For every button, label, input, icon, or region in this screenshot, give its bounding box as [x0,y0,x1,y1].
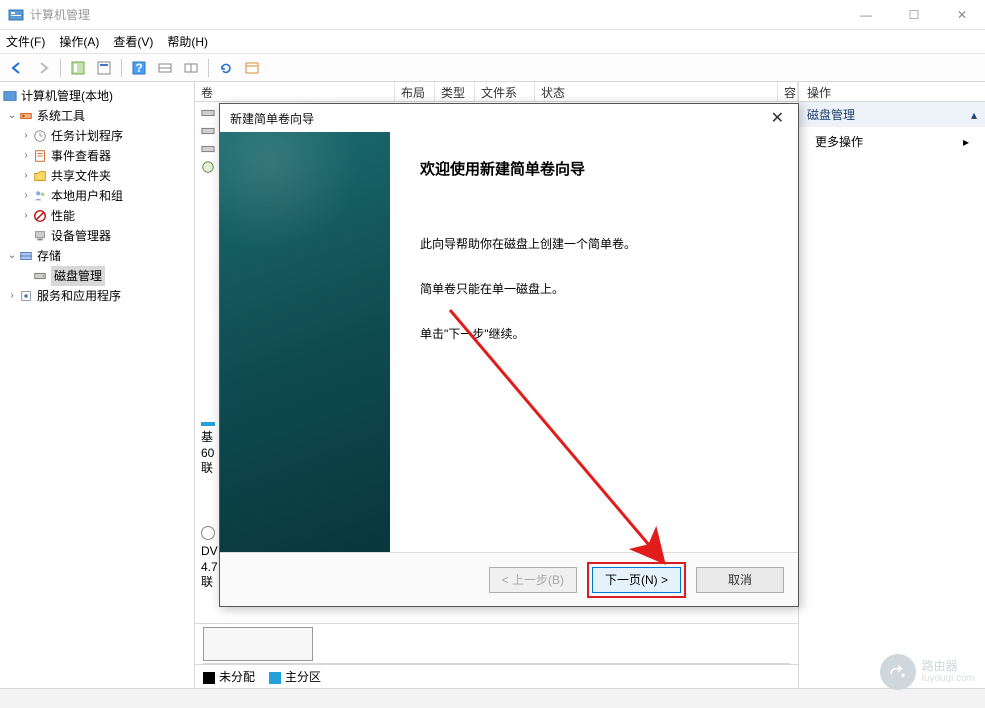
expand-icon[interactable]: › [20,186,32,206]
legend-label-unallocated: 未分配 [219,670,255,684]
status-bar [0,688,985,708]
col-type[interactable]: 类型 [435,82,475,101]
forward-button[interactable] [32,57,54,79]
expand-icon[interactable]: › [20,166,32,186]
more-actions-item[interactable]: 更多操作 ▸ [799,127,985,156]
new-simple-volume-wizard: 新建简单卷向导 ✕ 欢迎使用新建简单卷向导 此向导帮助你在磁盘上创建一个简单卷。… [219,103,799,607]
col-layout[interactable]: 布局 [395,82,435,101]
toolbar-icon-1[interactable] [154,57,176,79]
tree-device-manager[interactable]: 设备管理器 [2,226,192,246]
wizard-text-2: 简单卷只能在单一磁盘上。 [420,280,770,299]
tree-event-viewer[interactable]: ›事件查看器 [2,146,192,166]
disk-info-peek-2: DV 4.7 联 [201,526,218,591]
maximize-button[interactable]: ☐ [899,5,929,25]
toolbar-separator [208,59,209,77]
app-icon [8,7,24,23]
wizard-sidebar-graphic [220,132,390,552]
wizard-close-button[interactable]: ✕ [767,108,788,128]
wizard-heading: 欢迎使用新建简单卷向导 [420,158,770,179]
tree-shared-folders[interactable]: ›共享文件夹 [2,166,192,186]
menu-bar: 文件(F) 操作(A) 查看(V) 帮助(H) [0,30,985,54]
tree-task-scheduler[interactable]: ›任务计划程序 [2,126,192,146]
tree-local-users[interactable]: ›本地用户和组 [2,186,192,206]
expand-icon[interactable]: ⌄ [6,246,18,266]
wizard-text-3: 单击"下一步"继续。 [420,325,770,344]
expand-icon[interactable]: › [20,126,32,146]
disk-map-area: 未分配 主分区 [195,623,798,688]
tree-performance[interactable]: ›性能 [2,206,192,226]
actions-section-title[interactable]: 磁盘管理 ▴ [799,102,985,127]
disk-info-peek-1: 基 60 联 [201,422,215,477]
navigation-tree: 计算机管理(本地) ⌄系统工具 ›任务计划程序 ›事件查看器 ›共享文件夹 ›本… [0,82,195,688]
menu-view[interactable]: 查看(V) [113,33,153,50]
tree-disk-management[interactable]: 磁盘管理 [2,266,192,286]
expand-icon[interactable]: › [6,286,18,306]
tree-system-tools[interactable]: ⌄系统工具 [2,106,192,126]
watermark-text: 路由器 [922,660,975,673]
legend-label-primary: 主分区 [285,670,321,684]
back-button[interactable] [6,57,28,79]
watermark-subtext: luyouqi.com [922,673,975,684]
title-bar: 计算机管理 — ☐ ✕ [0,0,985,30]
toolbar-separator [60,59,61,77]
actions-header: 操作 [799,82,985,102]
wizard-back-button: < 上一步(B) [489,567,577,593]
legend-swatch-unallocated [203,672,215,684]
wizard-text-1: 此向导帮助你在磁盘上创建一个简单卷。 [420,235,770,254]
watermark: 路由器 luyouqi.com [880,654,975,690]
wizard-button-row: < 上一步(B) 下一页(N) > 取消 [220,552,798,606]
expand-icon[interactable]: › [20,146,32,166]
expand-icon[interactable]: ⌄ [6,106,18,126]
disk-legend: 未分配 主分区 [195,664,798,688]
window-title: 计算机管理 [30,6,851,23]
col-fs[interactable]: 文件系统 [475,82,535,101]
properties-button[interactable] [93,57,115,79]
wizard-cancel-button[interactable]: 取消 [696,567,784,593]
tree-root[interactable]: 计算机管理(本地) [2,86,192,106]
col-cap[interactable]: 容 [778,82,798,101]
expand-icon[interactable]: › [20,206,32,226]
tree-storage[interactable]: ⌄存储 [2,246,192,266]
toolbar-icon-2[interactable] [180,57,202,79]
watermark-icon [880,654,916,690]
toolbar-separator [121,59,122,77]
submenu-arrow-icon: ▸ [963,135,969,149]
menu-file[interactable]: 文件(F) [6,33,45,50]
wizard-content: 欢迎使用新建简单卷向导 此向导帮助你在磁盘上创建一个简单卷。 简单卷只能在单一磁… [390,132,798,552]
actions-panel: 操作 磁盘管理 ▴ 更多操作 ▸ [799,82,985,688]
annotation-highlight: 下一页(N) > [587,562,686,598]
menu-help[interactable]: 帮助(H) [167,33,208,50]
wizard-next-button[interactable]: 下一页(N) > [592,567,681,593]
close-button[interactable]: ✕ [947,5,977,25]
help-button[interactable]: ? [128,57,150,79]
show-hide-tree-button[interactable] [67,57,89,79]
tree-services[interactable]: ›服务和应用程序 [2,286,192,306]
minimize-button[interactable]: — [851,5,881,25]
toolbar: ? [0,54,985,82]
collapse-icon: ▴ [971,108,977,122]
refresh-button[interactable] [215,57,237,79]
svg-text:?: ? [135,61,142,75]
menu-action[interactable]: 操作(A) [59,33,99,50]
col-status[interactable]: 状态 [535,82,778,101]
legend-swatch-primary [269,672,281,684]
